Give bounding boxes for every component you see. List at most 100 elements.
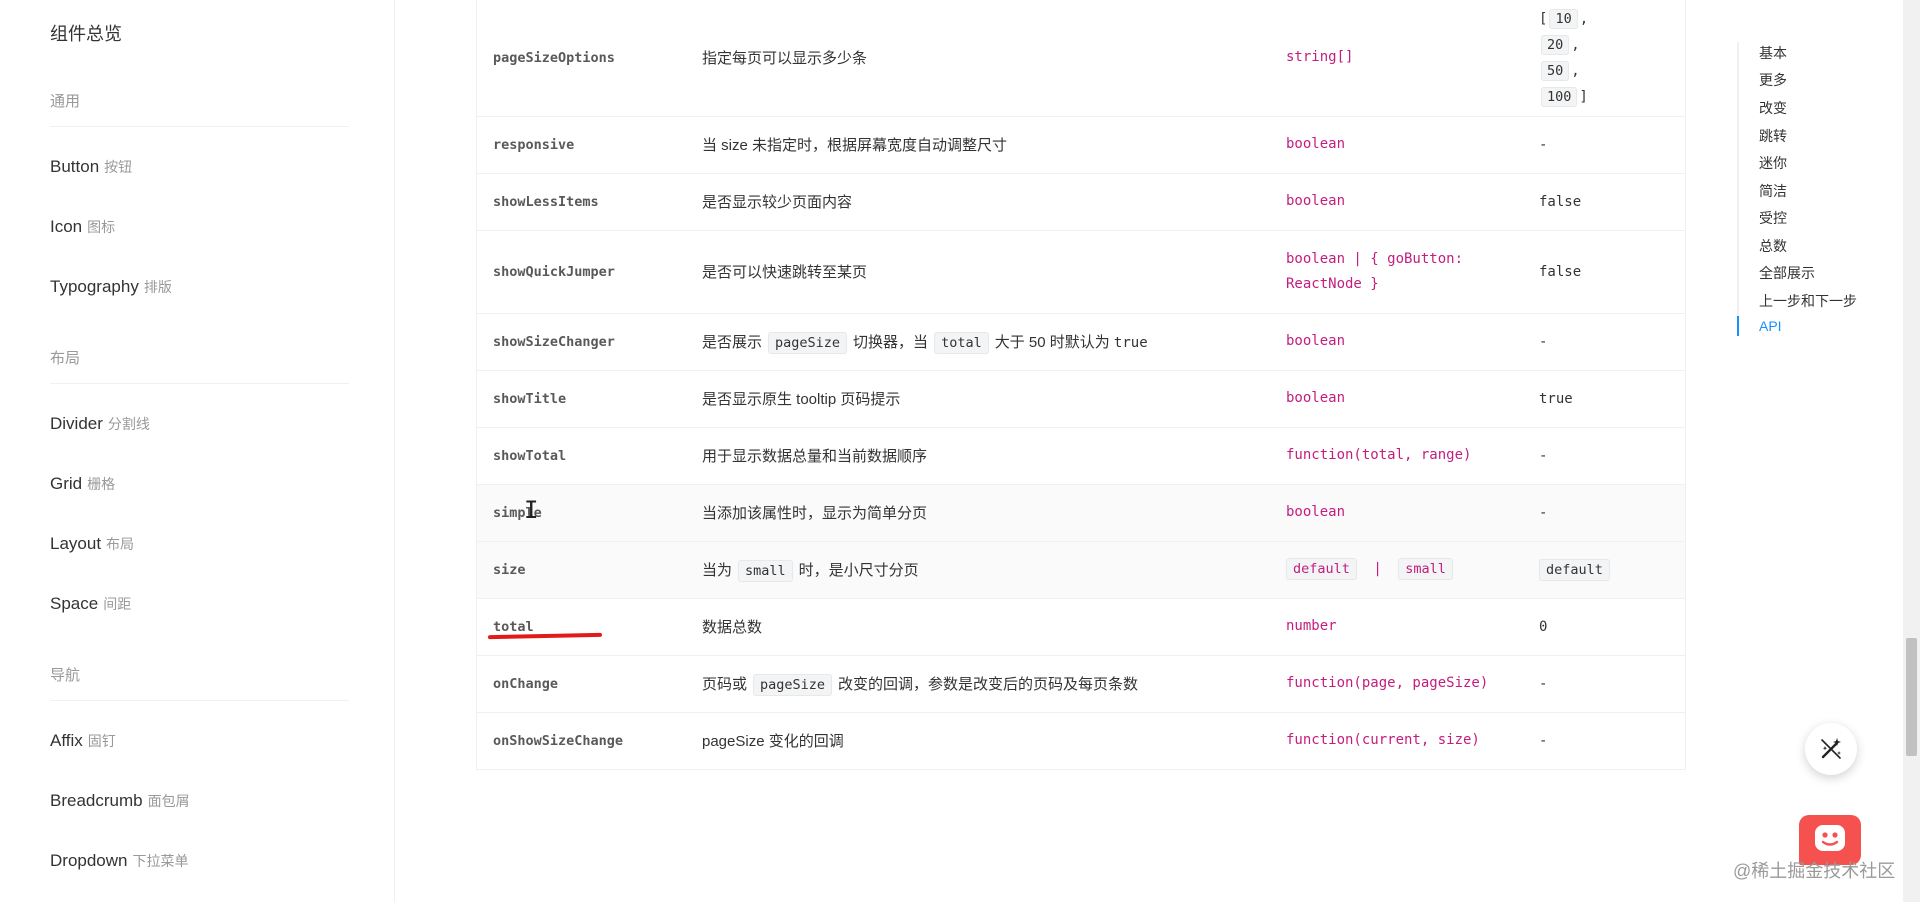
prop-default: default xyxy=(1523,541,1686,599)
prop-name: pageSizeOptions xyxy=(476,0,686,117)
desc-text: 时，是小尺寸分页 xyxy=(798,562,919,579)
sidebar-item-label: Affix xyxy=(50,731,83,750)
desc-text: 是否展示 xyxy=(702,334,763,351)
comma: , xyxy=(1571,62,1580,79)
sidebar-item-sublabel: 布局 xyxy=(106,536,135,552)
prop-name: showLessItems xyxy=(476,173,686,231)
prop-name: size xyxy=(476,541,686,599)
sidebar-item-layout[interactable]: Layout 布局 xyxy=(50,534,134,554)
table-row: total 数据总数 number 0 xyxy=(476,598,1686,656)
comma: , xyxy=(1579,10,1589,27)
sidebar-item-sublabel: 固钉 xyxy=(87,733,116,749)
sidebar-item-label: Icon xyxy=(50,217,83,236)
sidebar-group-layout: 布局 xyxy=(50,350,81,367)
sidebar-item-space[interactable]: Space 间距 xyxy=(50,594,131,614)
sidebar-item-label: Divider xyxy=(50,414,103,433)
option-code: 20 xyxy=(1541,34,1570,55)
prop-desc: pageSize 变化的回调 xyxy=(686,712,1270,770)
prop-default: false xyxy=(1523,230,1686,314)
desc-text: 切换器，当 xyxy=(853,334,929,351)
sidebar-item-label: Button xyxy=(50,157,100,176)
prop-default: 0 xyxy=(1523,598,1686,656)
option-line: 100] xyxy=(1539,84,1669,110)
prop-type: function(total, range) xyxy=(1270,427,1523,485)
prop-desc: 是否显示较少页面内容 xyxy=(686,173,1270,231)
prop-desc: 是否展示 pageSize 切换器，当 total 大于 50 时默认为 true xyxy=(686,313,1270,371)
sidebar-item-sublabel: 按钮 xyxy=(104,159,133,175)
anchor-item[interactable]: 简洁 xyxy=(1759,181,1787,201)
prop-default: [10, 20, 50, 100] xyxy=(1523,0,1686,117)
table-row: showLessItems 是否显示较少页面内容 boolean false xyxy=(476,173,1686,231)
table-row: responsive 当 size 未指定时，根据屏幕宽度自动调整尺寸 bool… xyxy=(476,116,1686,174)
inline-code: total xyxy=(934,332,989,354)
prop-type: string[] xyxy=(1270,0,1523,117)
anchor-item[interactable]: 迷你 xyxy=(1759,153,1787,173)
sidebar-item-icon[interactable]: Icon 图标 xyxy=(50,217,115,237)
sidebar-item-sublabel: 下拉菜单 xyxy=(132,853,189,869)
option-code: 50 xyxy=(1541,60,1570,81)
sidebar-item-label: Layout xyxy=(50,534,102,553)
sidebar-group-general: 通用 xyxy=(50,93,81,110)
sidebar-title[interactable]: 组件总览 xyxy=(50,20,122,46)
divider xyxy=(50,700,349,701)
sidebar-item-label: Space xyxy=(50,594,99,613)
prop-type: number xyxy=(1270,598,1523,656)
prop-type: boolean | { goButton: ReactNode } xyxy=(1270,230,1523,314)
api-table: pageSizeOptions 指定每页可以显示多少条 string[] [10… xyxy=(476,0,1686,770)
table-row: showTotal 用于显示数据总量和当前数据顺序 function(total… xyxy=(476,427,1686,485)
table-row: simple 当添加该属性时，显示为简单分页 boolean - xyxy=(476,484,1686,542)
sidebar-item-affix[interactable]: Affix 固钉 xyxy=(50,731,116,751)
prop-desc: 当为 small 时，是小尺寸分页 xyxy=(686,541,1270,599)
anchor-item[interactable]: 上一步和下一步 xyxy=(1759,291,1857,311)
magic-wand-button[interactable] xyxy=(1805,723,1857,775)
sidebar-item-label: Typography xyxy=(50,277,139,296)
sidebar-group-navigation: 导航 xyxy=(50,667,81,684)
anchor-nav: 基本 更多 改变 跳转 迷你 简洁 受控 总数 全部展示 上一步和下一步 API xyxy=(1737,42,1857,336)
prop-desc: 页码或 pageSize 改变的回调，参数是改变后的页码及每页条数 xyxy=(686,655,1270,713)
sidebar-item-sublabel: 间距 xyxy=(103,596,132,612)
sidebar-item-dropdown[interactable]: Dropdown 下拉菜单 xyxy=(50,851,189,871)
prop-name: simple xyxy=(476,484,686,542)
prop-name: total xyxy=(476,598,686,656)
prop-default: - xyxy=(1523,427,1686,485)
table-row: showQuickJumper 是否可以快速跳转至某页 boolean | { … xyxy=(476,230,1686,314)
sidebar-item-divider[interactable]: Divider 分割线 xyxy=(50,414,150,434)
option-line: 50, xyxy=(1539,58,1669,84)
anchor-item[interactable]: 全部展示 xyxy=(1759,263,1815,283)
prop-desc: 指定每页可以显示多少条 xyxy=(686,0,1270,117)
sidebar-item-grid[interactable]: Grid 栅格 xyxy=(50,474,115,494)
option-code: 10 xyxy=(1549,8,1578,29)
sidebar-item-button[interactable]: Button 按钮 xyxy=(50,157,132,177)
sidebar: 组件总览 通用 Button 按钮 Icon 图标 Typography 排版 布局 … xyxy=(0,0,395,902)
anchor-item[interactable]: 改变 xyxy=(1759,98,1787,118)
prop-desc: 当 size 未指定时，根据屏幕宽度自动调整尺寸 xyxy=(686,116,1270,174)
anchor-item[interactable]: 更多 xyxy=(1759,70,1787,90)
option-line: [10, xyxy=(1539,6,1669,32)
anchor-item[interactable]: 基本 xyxy=(1759,43,1787,63)
scrollbar-thumb[interactable] xyxy=(1906,638,1917,756)
sidebar-item-label: Grid xyxy=(50,474,83,493)
desc-text: true xyxy=(1113,335,1148,351)
anchor-active-indicator xyxy=(1737,316,1739,336)
prop-name: showQuickJumper xyxy=(476,230,686,314)
anchor-item[interactable]: 受控 xyxy=(1759,208,1787,228)
bracket: [ xyxy=(1539,10,1548,27)
sidebar-item-sublabel: 面包屑 xyxy=(147,793,190,809)
anchor-item[interactable]: 跳转 xyxy=(1759,126,1787,146)
sidebar-item-typography[interactable]: Typography 排版 xyxy=(50,277,172,297)
bracket: ] xyxy=(1579,88,1588,105)
sidebar-item-breadcrumb[interactable]: Breadcrumb 面包屑 xyxy=(50,791,190,811)
watermark: @稀土掘金技术社区 xyxy=(1733,861,1896,881)
scrollbar[interactable] xyxy=(1903,0,1920,902)
prop-name: responsive xyxy=(476,116,686,174)
option-line: 20, xyxy=(1539,32,1669,58)
prop-type: boolean xyxy=(1270,313,1523,371)
prop-default: - xyxy=(1523,655,1686,713)
prop-default: - xyxy=(1523,712,1686,770)
sidebar-item-label: Dropdown xyxy=(50,851,128,870)
anchor-item[interactable]: 总数 xyxy=(1759,236,1787,256)
table-row: onChange 页码或 pageSize 改变的回调，参数是改变后的页码及每页条数… xyxy=(476,655,1686,713)
sidebar-item-sublabel: 图标 xyxy=(87,219,116,235)
prop-name: onShowSizeChange xyxy=(476,712,686,770)
anchor-item-api[interactable]: API xyxy=(1759,318,1782,334)
